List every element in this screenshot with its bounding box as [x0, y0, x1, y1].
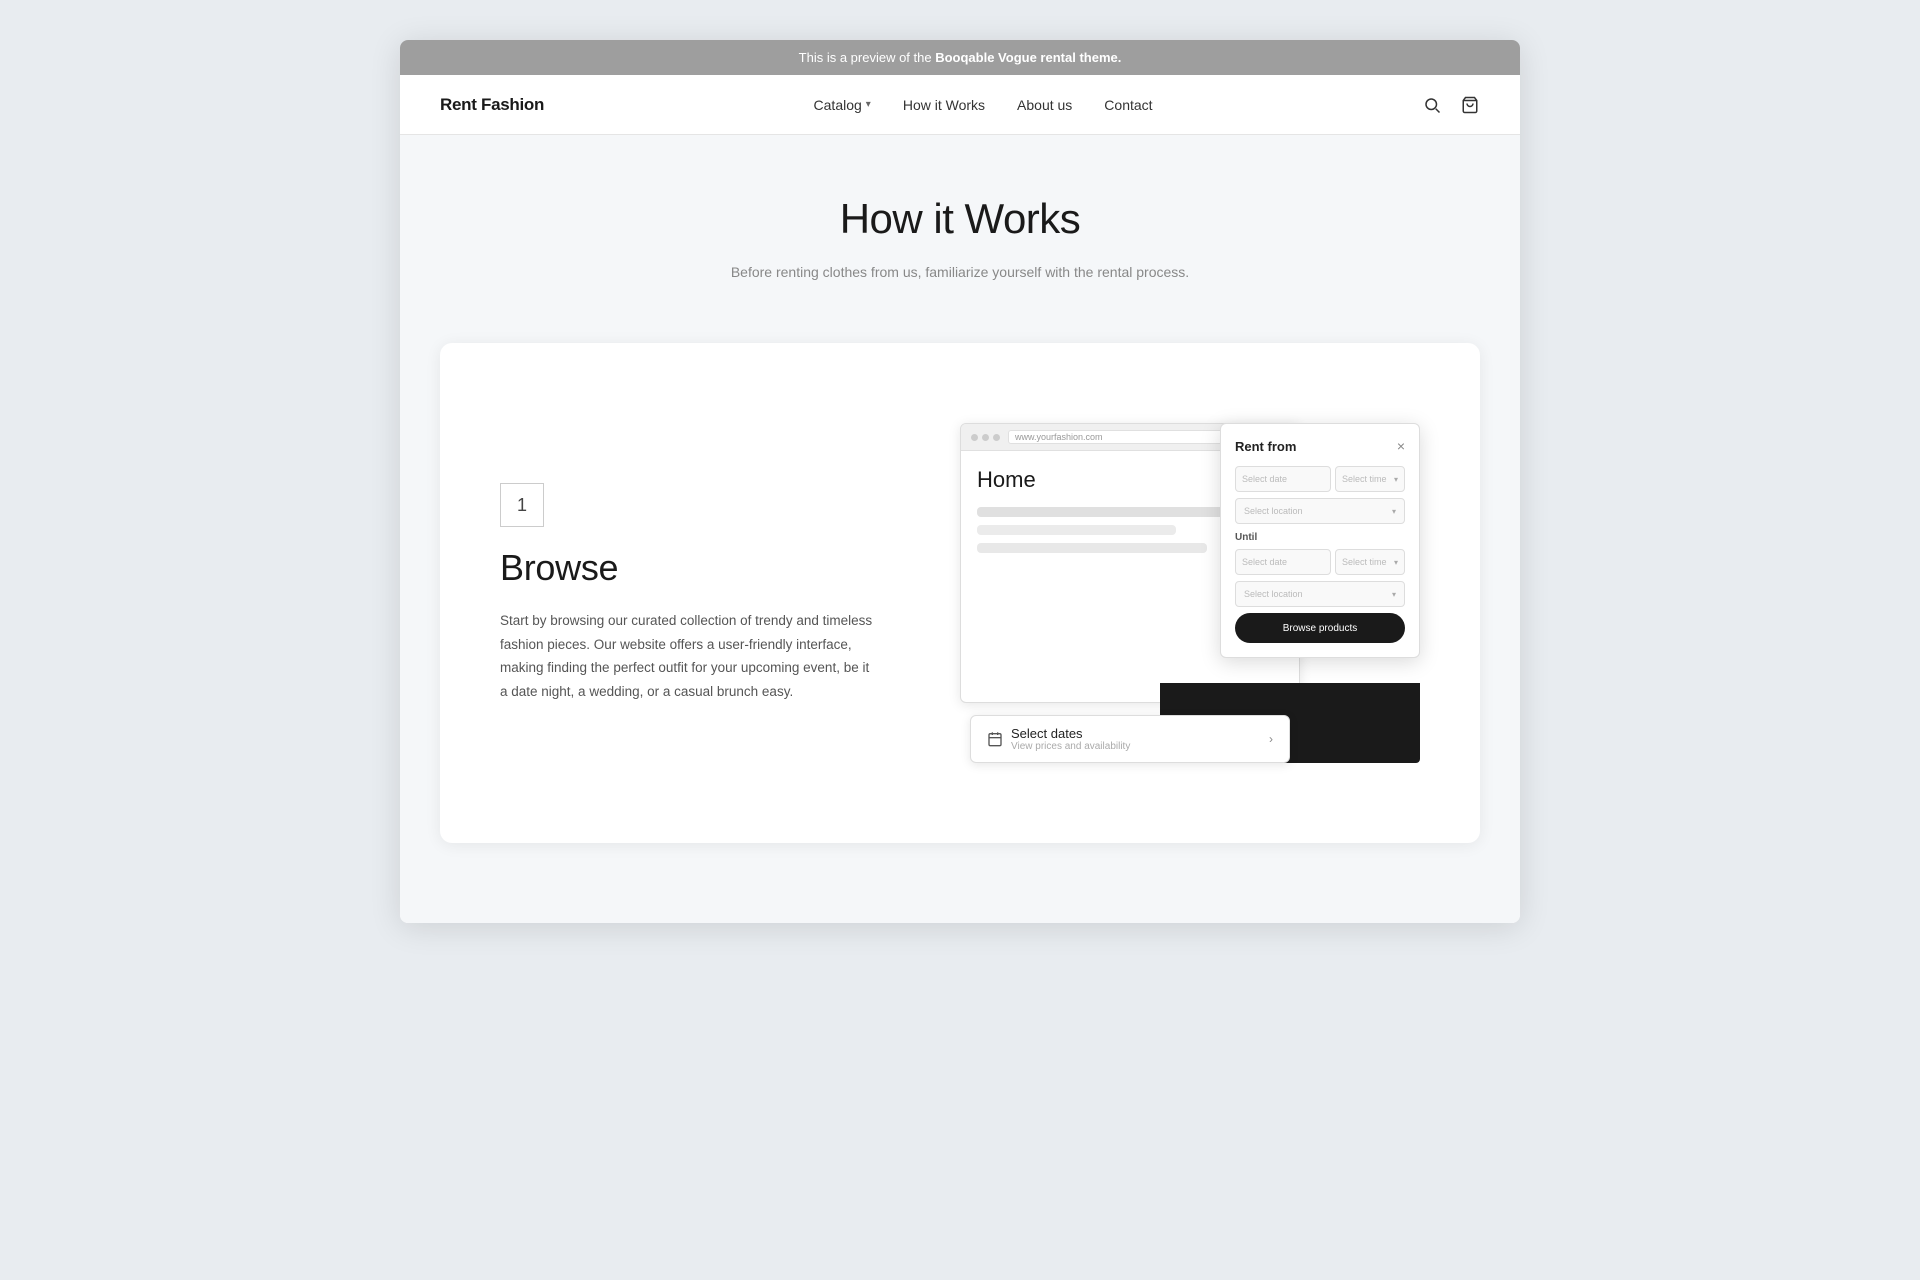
select-dates-sublabel: View prices and availability	[1011, 741, 1130, 752]
browser-dot-3	[993, 434, 1000, 441]
nav-icons	[1422, 95, 1480, 115]
until-time-select[interactable]: Select time ▾	[1335, 549, 1405, 575]
browser-dots	[971, 434, 1000, 441]
select-dates-chevron-icon: ›	[1269, 732, 1273, 746]
card-section: 1 Browse Start by browsing our curated c…	[440, 343, 1480, 843]
hero-subtitle: Before renting clothes from us, familiar…	[440, 261, 1480, 283]
calendar-icon	[987, 731, 1003, 747]
browse-products-button[interactable]: Browse products	[1235, 613, 1405, 643]
main-content: How it Works Before renting clothes from…	[400, 135, 1520, 923]
nav-link-how-it-works[interactable]: How it Works	[903, 97, 985, 113]
rent-popup-header: Rent from ×	[1235, 438, 1405, 454]
browser-dot-1	[971, 434, 978, 441]
navigation: Rent Fashion Catalog ▾ How it Works Abou…	[400, 75, 1520, 135]
preview-brand-name: Booqable Vogue rental theme.	[935, 50, 1121, 65]
cart-icon[interactable]	[1460, 95, 1480, 115]
until-location-select[interactable]: Select location ▾	[1235, 581, 1405, 607]
select-dates-bar[interactable]: Select dates View prices and availabilit…	[970, 715, 1290, 763]
select-dates-left: Select dates View prices and availabilit…	[987, 726, 1130, 752]
until-section-title: Until	[1235, 532, 1405, 543]
chevron-down-icon: ▾	[866, 99, 871, 110]
rent-from-location-select[interactable]: Select location ▾	[1235, 498, 1405, 524]
browser-dot-2	[982, 434, 989, 441]
nav-link-about-us[interactable]: About us	[1017, 97, 1072, 113]
chevron-down-icon: ▾	[1394, 558, 1398, 567]
rent-from-date-row: Select date Select time ▾	[1235, 466, 1405, 492]
hero-section: How it Works Before renting clothes from…	[440, 195, 1480, 283]
rent-from-time-select[interactable]: Select time ▾	[1335, 466, 1405, 492]
step-number-box: 1	[500, 483, 544, 527]
mockup-area: www.yourfashion.com Home	[960, 423, 1420, 763]
nav-link-contact[interactable]: Contact	[1104, 97, 1152, 113]
until-date-input[interactable]: Select date	[1235, 549, 1331, 575]
until-date-row: Select date Select time ▾	[1235, 549, 1405, 575]
select-dates-text-group: Select dates View prices and availabilit…	[1011, 726, 1130, 752]
nav-logo: Rent Fashion	[440, 95, 544, 115]
chevron-down-icon: ▾	[1392, 507, 1396, 516]
step-description: Start by browsing our curated collection…	[500, 609, 880, 704]
mock-line-1	[977, 507, 1237, 517]
step-number: 1	[517, 495, 527, 516]
preview-text-before: This is a preview of the	[799, 50, 936, 65]
nav-link-catalog[interactable]: Catalog ▾	[814, 97, 871, 113]
step-left: 1 Browse Start by browsing our curated c…	[500, 483, 880, 704]
preview-banner: This is a preview of the Booqable Vogue …	[400, 40, 1520, 75]
page-title: How it Works	[440, 195, 1480, 243]
chevron-down-icon: ▾	[1394, 475, 1398, 484]
mock-line-3	[977, 543, 1207, 553]
rent-from-popup: Rent from × Select date Select time ▾	[1220, 423, 1420, 658]
chevron-down-icon: ▾	[1392, 590, 1396, 599]
select-dates-label: Select dates	[1011, 726, 1130, 741]
search-icon[interactable]	[1422, 95, 1442, 115]
browser-window: This is a preview of the Booqable Vogue …	[400, 40, 1520, 923]
rent-popup-title: Rent from	[1235, 439, 1296, 454]
rent-from-date-input[interactable]: Select date	[1235, 466, 1331, 492]
step-title: Browse	[500, 547, 880, 589]
mock-line-2	[977, 525, 1176, 535]
nav-links: Catalog ▾ How it Works About us Contact	[814, 97, 1153, 113]
rent-popup-close-icon[interactable]: ×	[1397, 438, 1405, 454]
